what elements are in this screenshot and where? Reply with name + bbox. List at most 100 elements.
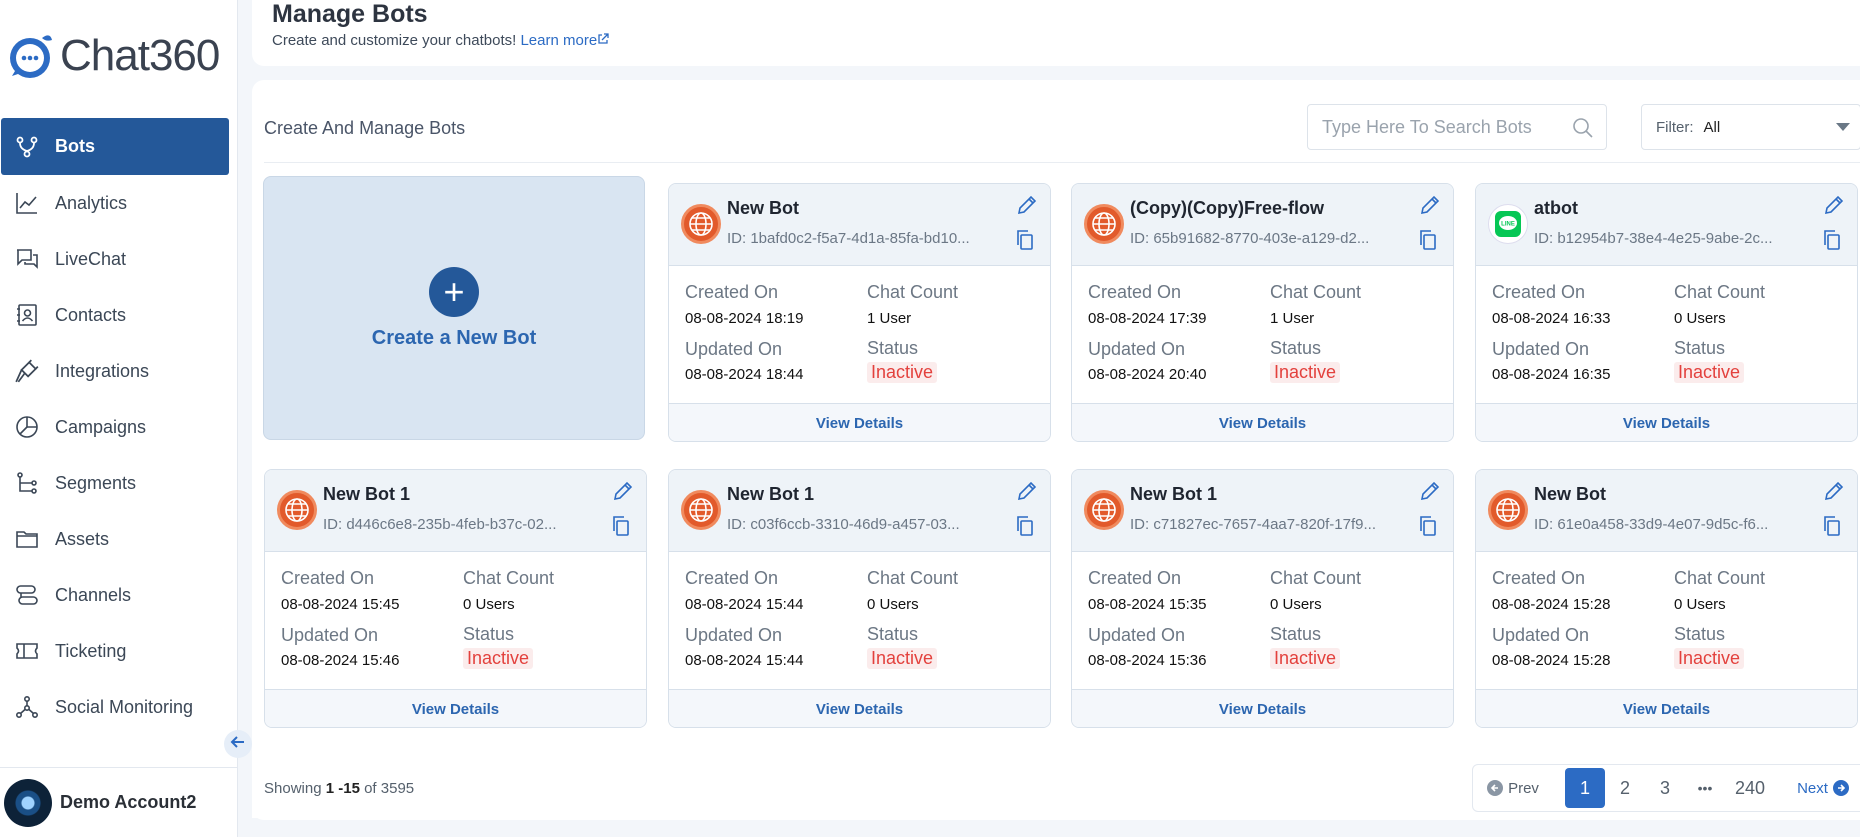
view-details-button[interactable]: View Details bbox=[1476, 689, 1857, 727]
livechat-bubbles-icon bbox=[13, 245, 41, 273]
network-icon bbox=[13, 693, 41, 721]
copy-icon[interactable] bbox=[1419, 516, 1437, 541]
search-icon[interactable] bbox=[1572, 117, 1594, 144]
bot-card-body: Created On 08-08-2024 17:39 Chat Count 1 Us… bbox=[1072, 266, 1453, 403]
status-label: Status bbox=[1674, 338, 1726, 358]
create-bot-card[interactable]: + Create a New Bot bbox=[263, 176, 645, 440]
edit-icon[interactable] bbox=[1016, 480, 1038, 507]
plug-icon bbox=[13, 357, 41, 385]
edit-icon[interactable] bbox=[1016, 194, 1038, 221]
edit-icon[interactable] bbox=[1419, 480, 1441, 507]
page-240-button[interactable]: 240 bbox=[1725, 768, 1775, 808]
sidebar-item-integrations[interactable]: Integrations bbox=[1, 343, 230, 399]
copy-icon[interactable] bbox=[612, 516, 630, 541]
showing-label: Showing bbox=[264, 780, 322, 797]
view-details-button[interactable]: View Details bbox=[669, 403, 1050, 441]
bot-card-header: LINE atbot ID: b12954b7-38e4-4e25-9abe-2c.… bbox=[1476, 184, 1857, 266]
copy-icon[interactable] bbox=[1823, 516, 1841, 541]
web-channel-icon bbox=[1488, 490, 1528, 530]
chat-count-value: 0 Users bbox=[1270, 596, 1322, 613]
sidebar-item-campaigns[interactable]: Campaigns bbox=[1, 399, 230, 455]
page-3-button[interactable]: 3 bbox=[1645, 768, 1685, 808]
updated-on-label: Updated On bbox=[685, 625, 783, 645]
edit-icon[interactable] bbox=[1419, 194, 1441, 221]
created-on-value: 08-08-2024 18:19 bbox=[685, 310, 804, 327]
sidebar-item-bots[interactable]: Bots bbox=[1, 118, 229, 175]
edit-icon[interactable] bbox=[612, 480, 634, 507]
bot-card-header: (Copy)(Copy)Free-flow ID: 65b91682-8770-4… bbox=[1072, 184, 1453, 266]
bot-card: New Bot ID: 1bafd0c2-f5a7-4d1a-85fa-bd10.… bbox=[668, 183, 1051, 442]
bot-card-header: New Bot 1 ID: d446c6e8-235b-4feb-b37c-02.… bbox=[265, 470, 646, 552]
bot-card: New Bot 1 ID: c71827ec-7657-4aa7-820f-17f… bbox=[1071, 469, 1454, 728]
copy-icon[interactable] bbox=[1016, 230, 1034, 255]
filter-label: Filter: bbox=[1656, 118, 1694, 136]
create-bot-label: Create a New Bot bbox=[371, 326, 537, 349]
filter-select[interactable]: Filter: All bbox=[1641, 104, 1860, 150]
prev-label: Prev bbox=[1508, 779, 1539, 797]
edit-icon[interactable] bbox=[1823, 480, 1845, 507]
brand-logo[interactable]: Chat360 bbox=[6, 30, 220, 82]
chat-count-label: Chat Count bbox=[463, 568, 555, 588]
status-badge: Inactive bbox=[1270, 648, 1341, 669]
updated-on-value: 08-08-2024 20:40 bbox=[1088, 366, 1207, 383]
analytics-chart-icon bbox=[13, 189, 41, 217]
arrow-left-circle-icon bbox=[1487, 780, 1504, 796]
updated-on-label: Updated On bbox=[1492, 339, 1590, 359]
web-channel-icon bbox=[1084, 490, 1124, 530]
sidebar-item-label: Campaigns bbox=[55, 416, 147, 437]
created-on-value: 08-08-2024 16:33 bbox=[1492, 310, 1611, 327]
view-details-button[interactable]: View Details bbox=[265, 689, 646, 727]
view-details-button[interactable]: View Details bbox=[1072, 689, 1453, 727]
updated-on-value: 08-08-2024 15:36 bbox=[1088, 652, 1207, 669]
copy-icon[interactable] bbox=[1823, 230, 1841, 255]
status-label: Status bbox=[867, 338, 919, 358]
sidebar-item-social-monitoring[interactable]: Social Monitoring bbox=[1, 679, 230, 735]
bot-card-header: New Bot ID: 1bafd0c2-f5a7-4d1a-85fa-bd10.… bbox=[669, 184, 1050, 266]
created-on-value: 08-08-2024 17:39 bbox=[1088, 310, 1207, 327]
prev-page-button[interactable]: Prev bbox=[1473, 768, 1553, 808]
learn-more-link[interactable]: Learn more bbox=[520, 32, 609, 49]
sidebar-nav: Bots Analytics LiveChat Contacts Integra… bbox=[0, 118, 230, 735]
sidebar-item-channels[interactable]: Channels bbox=[1, 567, 230, 623]
sidebar-item-assets[interactable]: Assets bbox=[1, 511, 230, 567]
status-label: Status bbox=[463, 624, 515, 644]
bot-id: ID: c71827ec-7657-4aa7-820f-17f9... bbox=[1130, 516, 1376, 533]
ticket-icon bbox=[13, 637, 41, 665]
sidebar-item-livechat[interactable]: LiveChat bbox=[1, 231, 230, 287]
search-input[interactable] bbox=[1322, 116, 1572, 138]
page-2-button[interactable]: 2 bbox=[1605, 768, 1645, 808]
view-details-button[interactable]: View Details bbox=[669, 689, 1050, 727]
edit-icon[interactable] bbox=[1823, 194, 1845, 221]
updated-on-label: Updated On bbox=[1492, 625, 1590, 645]
view-details-button[interactable]: View Details bbox=[1476, 403, 1857, 441]
sidebar-item-contacts[interactable]: Contacts bbox=[1, 287, 230, 343]
created-on-label: Created On bbox=[1492, 568, 1586, 588]
svg-text:LINE: LINE bbox=[1501, 222, 1515, 228]
status-badge: Inactive bbox=[1270, 362, 1341, 383]
bot-card: New Bot ID: 61e0a458-33d9-4e07-9d5c-f6...… bbox=[1475, 469, 1858, 728]
created-on-label: Created On bbox=[1088, 282, 1182, 302]
updated-on-label: Updated On bbox=[685, 339, 783, 359]
sidebar-item-analytics[interactable]: Analytics bbox=[1, 175, 230, 231]
status-badge: Inactive bbox=[1674, 648, 1745, 669]
account-switcher[interactable]: Demo Account2 bbox=[0, 767, 238, 837]
created-on-value: 08-08-2024 15:44 bbox=[685, 596, 804, 613]
status-label: Status bbox=[1270, 624, 1322, 644]
of-label: of bbox=[364, 780, 377, 797]
web-channel-icon bbox=[681, 204, 721, 244]
next-page-button[interactable]: Next bbox=[1783, 768, 1860, 808]
collapse-sidebar-button[interactable] bbox=[224, 730, 252, 758]
pagination: Prev 1 2 3 ••• 240 Next bbox=[1472, 764, 1860, 812]
bot-name: atbot bbox=[1534, 198, 1578, 218]
external-link-icon bbox=[597, 32, 609, 49]
sidebar-item-segments[interactable]: Segments bbox=[1, 455, 230, 511]
bot-card: New Bot 1 ID: c03f6ccb-3310-46d9-a457-03.… bbox=[668, 469, 1051, 728]
subtitle-text: Create and customize your chatbots! bbox=[272, 32, 517, 49]
copy-icon[interactable] bbox=[1016, 516, 1034, 541]
view-details-button[interactable]: View Details bbox=[1072, 403, 1453, 441]
status-label: Status bbox=[1270, 338, 1322, 358]
page-1-button[interactable]: 1 bbox=[1565, 768, 1605, 808]
copy-icon[interactable] bbox=[1419, 230, 1437, 255]
bots-panel: Create And Manage Bots Filter: All + Cre… bbox=[252, 80, 1860, 820]
sidebar-item-ticketing[interactable]: Ticketing bbox=[1, 623, 230, 679]
